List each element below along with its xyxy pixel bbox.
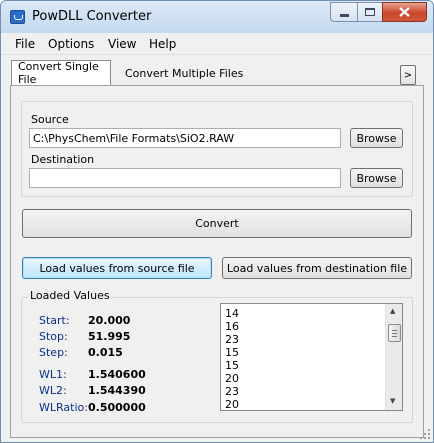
- convert-button[interactable]: Convert: [22, 209, 412, 238]
- wl2-value: 1.544390: [88, 384, 146, 397]
- list-item[interactable]: 23: [225, 333, 239, 346]
- stop-value: 51.995: [88, 330, 131, 343]
- close-button[interactable]: [382, 2, 427, 22]
- source-browse-button[interactable]: Browse: [350, 128, 403, 148]
- source-label: Source: [31, 113, 69, 126]
- destination-label: Destination: [31, 153, 95, 166]
- start-value: 20.000: [88, 314, 131, 327]
- loaded-values-listbox[interactable]: 14 16 23 15 15 20 23 20 ▲ ▼: [220, 303, 403, 411]
- list-item[interactable]: 23: [225, 385, 239, 398]
- destination-path-input[interactable]: [29, 168, 341, 188]
- load-from-destination-button[interactable]: Load values from destination file: [222, 257, 412, 279]
- list-item[interactable]: 15: [225, 359, 239, 372]
- resize-grip-icon[interactable]: [420, 429, 430, 439]
- wlratio-label: WLRatio:: [39, 401, 88, 414]
- tab-scroll-right-button[interactable]: >: [400, 65, 416, 85]
- list-item[interactable]: 20: [225, 372, 239, 385]
- wlratio-value: 0.500000: [88, 401, 146, 414]
- step-value: 0.015: [88, 346, 123, 359]
- listbox-scrollbar[interactable]: ▲ ▼: [385, 304, 402, 410]
- title-bar[interactable]: PowDLL Converter: [1, 1, 433, 33]
- destination-browse-button[interactable]: Browse: [350, 168, 403, 188]
- minimize-button[interactable]: [330, 2, 357, 22]
- list-item[interactable]: 16: [225, 320, 239, 333]
- scroll-up-icon[interactable]: ▲: [390, 307, 395, 315]
- app-icon: [10, 10, 25, 24]
- list-item[interactable]: 20: [225, 398, 239, 410]
- start-label: Start:: [39, 314, 70, 327]
- menu-file[interactable]: File: [15, 37, 35, 51]
- list-item[interactable]: 14: [225, 307, 239, 320]
- minimize-icon: [339, 13, 349, 17]
- caption-buttons: [330, 2, 427, 22]
- menu-bar: File Options View Help: [1, 33, 433, 55]
- source-path-input[interactable]: [29, 128, 341, 148]
- window-title: PowDLL Converter: [32, 9, 152, 24]
- tab-strip: Convert Single File Convert Multiple Fil…: [1, 57, 433, 87]
- list-item[interactable]: 15: [225, 346, 239, 359]
- loaded-values-title: Loaded Values: [28, 289, 112, 302]
- maximize-icon: [365, 8, 375, 16]
- scrollbar-thumb[interactable]: [388, 324, 401, 342]
- tab-convert-multiple-files[interactable]: Convert Multiple Files: [119, 62, 249, 84]
- close-icon: [399, 7, 410, 17]
- stop-label: Stop:: [39, 330, 68, 343]
- tab-convert-single-file[interactable]: Convert Single File: [11, 60, 111, 86]
- wl1-label: WL1:: [39, 368, 67, 381]
- powdll-window: PowDLL Converter File Options View Help …: [0, 0, 434, 443]
- menu-view[interactable]: View: [108, 37, 136, 51]
- step-label: Step:: [39, 346, 68, 359]
- wl2-label: WL2:: [39, 384, 67, 397]
- wl1-value: 1.540600: [88, 368, 146, 381]
- load-from-source-button[interactable]: Load values from source file: [22, 257, 212, 279]
- scroll-down-icon[interactable]: ▼: [390, 397, 395, 405]
- maximize-button[interactable]: [357, 2, 382, 22]
- menu-help[interactable]: Help: [149, 37, 176, 51]
- menu-options[interactable]: Options: [48, 37, 94, 51]
